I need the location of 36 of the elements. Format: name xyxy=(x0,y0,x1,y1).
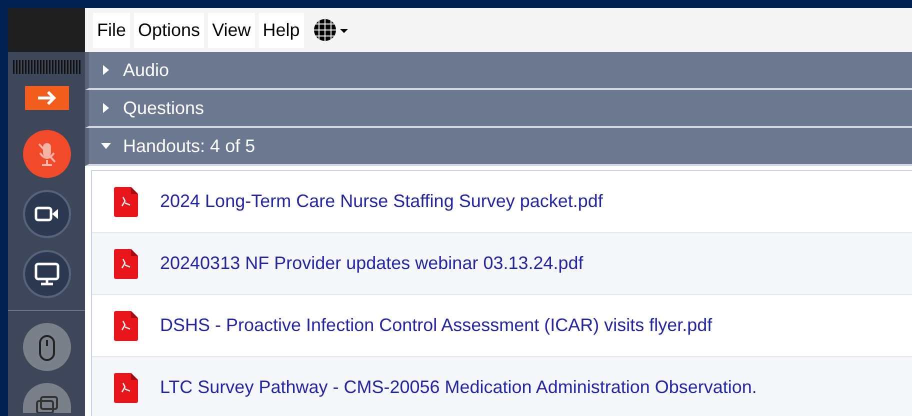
section-title: Handouts: 4 of 5 xyxy=(123,134,256,158)
section-header[interactable]: Handouts: 4 of 5 xyxy=(85,128,912,166)
screen-share-button[interactable] xyxy=(22,250,70,298)
mouse-icon xyxy=(38,332,56,362)
menu-item[interactable]: File xyxy=(93,12,130,48)
grip-icon xyxy=(12,60,80,74)
section-title: Audio xyxy=(123,58,170,82)
arrow-button[interactable] xyxy=(24,86,68,110)
handout-link[interactable]: 20240313 NF Provider updates webinar 03.13.24.pdf xyxy=(160,250,584,277)
pdf-file-icon xyxy=(114,248,138,278)
caret-down-icon xyxy=(101,141,111,151)
monitor-icon xyxy=(34,262,60,286)
menu-item[interactable]: Help xyxy=(258,12,304,48)
handout-link[interactable]: 2024 Long-Term Care Nurse Staffing Survey packet.pdf xyxy=(160,188,603,215)
menu-item[interactable]: Options xyxy=(134,12,204,48)
handout-link[interactable]: DSHS - Proactive Infection Control Assessment (ICAR) visits flyer.pdf xyxy=(160,312,712,339)
camera-button[interactable] xyxy=(22,190,70,238)
pdf-file-icon xyxy=(114,372,138,402)
caret-right-icon xyxy=(101,65,111,75)
handout-link[interactable]: LTC Survey Pathway - CMS-20056 Medication Administration Observation. xyxy=(160,374,757,401)
window-button[interactable] xyxy=(22,383,70,413)
menu-item[interactable]: View xyxy=(208,12,255,48)
pdf-file-icon xyxy=(114,310,138,340)
video-camera-icon xyxy=(34,205,60,223)
handout-row[interactable]: LTC Survey Pathway - CMS-20056 Medication Administration Observation. xyxy=(92,357,912,416)
caret-right-icon xyxy=(101,103,111,113)
section-header[interactable]: Questions xyxy=(85,90,912,128)
pdf-file-icon xyxy=(114,186,138,216)
arrow-right-icon xyxy=(36,90,58,106)
mouse-button[interactable] xyxy=(22,323,70,371)
section-title: Questions xyxy=(123,96,204,120)
microphone-muted-button[interactable] xyxy=(22,130,70,178)
muted-microphone-icon xyxy=(36,141,58,167)
section-header[interactable]: Audio xyxy=(85,52,912,90)
windows-icon xyxy=(34,395,58,413)
handout-row[interactable]: 20240313 NF Provider updates webinar 03.13.24.pdf xyxy=(92,233,912,295)
